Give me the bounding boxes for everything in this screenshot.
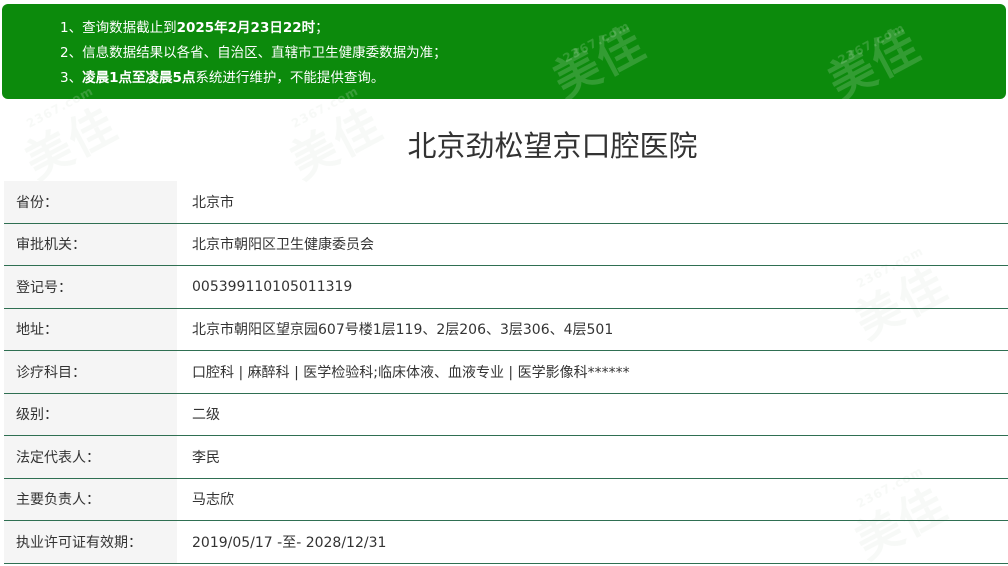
info-row-address: 地址： 北京市朝阳区望京园607号楼1层119、2层206、3层306、4层50… [4, 308, 1008, 351]
info-row-license-validity: 执业许可证有效期： 2019/05/17 -至- 2028/12/31 [4, 521, 1008, 564]
info-label: 诊疗科目： [4, 351, 177, 393]
notice-line-2: 2、信息数据结果以各省、自治区、直辖市卫生健康委数据为准； [60, 45, 447, 61]
info-row-level: 级别： 二级 [4, 393, 1008, 436]
notice-line-1: 1、查询数据截止到2025年2月23日22时； [60, 20, 329, 36]
info-label: 级别： [4, 393, 177, 435]
info-value: 马志欣 [192, 492, 234, 509]
info-value: 口腔科 | 麻醉科 | 医学检验科;临床体液、血液专业 | 医学影像科*****… [192, 364, 630, 381]
info-value: 北京市朝阳区望京园607号楼1层119、2层206、3层306、4层501 [192, 322, 614, 339]
info-label: 审批机关： [4, 223, 177, 265]
hospital-info-table: 省份： 北京市 审批机关： 北京市朝阳区卫生健康委员会 登记号： 0053991… [4, 181, 1008, 564]
info-label: 主要负责人： [4, 478, 177, 520]
hospital-title: 北京劲松望京口腔医院 [407, 129, 698, 163]
info-value: 北京市 [192, 194, 234, 211]
info-row-province: 省份： 北京市 [4, 181, 1008, 224]
info-row-departments: 诊疗科目： 口腔科 | 麻醉科 | 医学检验科;临床体液、血液专业 | 医学影像… [4, 351, 1008, 394]
info-row-registration-number: 登记号： 005399110105011319 [4, 266, 1008, 309]
info-value: 北京市朝阳区卫生健康委员会 [192, 237, 374, 254]
info-row-approval-authority: 审批机关： 北京市朝阳区卫生健康委员会 [4, 223, 1008, 266]
info-label: 地址： [4, 308, 177, 350]
info-label: 执业许可证有效期： [4, 521, 177, 563]
info-label: 登记号： [4, 266, 177, 308]
notice-line-3: 3、凌晨1点至凌晨5点系统进行维护，不能提供查询。 [60, 70, 385, 86]
info-row-legal-representative: 法定代表人： 李民 [4, 436, 1008, 479]
info-label: 法定代表人： [4, 436, 177, 478]
info-label: 省份： [4, 181, 177, 223]
info-value: 李民 [192, 449, 220, 466]
info-value: 二级 [192, 407, 220, 424]
notice-banner: 1、查询数据截止到2025年2月23日22时； 2、信息数据结果以各省、自治区、… [2, 4, 1006, 99]
info-row-principal: 主要负责人： 马志欣 [4, 478, 1008, 521]
info-value: 005399110105011319 [192, 278, 353, 295]
info-value: 2019/05/17 -至- 2028/12/31 [192, 534, 387, 551]
page: 1、查询数据截止到2025年2月23日22时； 2、信息数据结果以各省、自治区、… [0, 0, 1008, 566]
